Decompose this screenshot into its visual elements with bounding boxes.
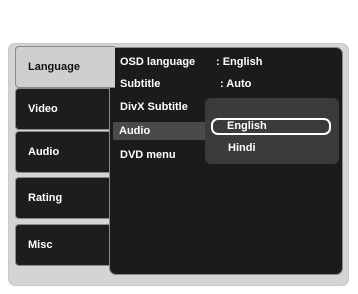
tab-language-label: Language: [28, 61, 80, 73]
setting-subtitle-label[interactable]: Subtitle: [120, 78, 160, 90]
setting-osd-language-label[interactable]: OSD language: [120, 56, 195, 68]
dropdown-option-hindi[interactable]: Hindi: [228, 142, 256, 154]
setting-subtitle-value: : Auto: [220, 78, 252, 90]
tab-rating[interactable]: Rating: [15, 177, 111, 219]
tab-audio[interactable]: Audio: [15, 131, 111, 173]
tab-rating-label: Rating: [28, 192, 63, 204]
tab-audio-label: Audio: [28, 146, 60, 158]
setting-dvd-menu-label[interactable]: DVD menu: [120, 149, 176, 161]
dropdown-option-english-label: English: [227, 120, 267, 132]
tab-misc[interactable]: Misc: [15, 224, 111, 266]
tab-misc-label: Misc: [28, 239, 53, 251]
setting-osd-language-value: : English: [216, 56, 263, 68]
tab-video-label: Video: [28, 103, 58, 115]
dropdown-option-english[interactable]: English: [211, 118, 331, 135]
setting-audio-label[interactable]: Audio: [119, 125, 150, 137]
tab-language[interactable]: Language: [15, 46, 115, 88]
tab-video[interactable]: Video: [15, 88, 111, 130]
setting-divx-subtitle-label[interactable]: DivX Subtitle: [120, 101, 188, 113]
